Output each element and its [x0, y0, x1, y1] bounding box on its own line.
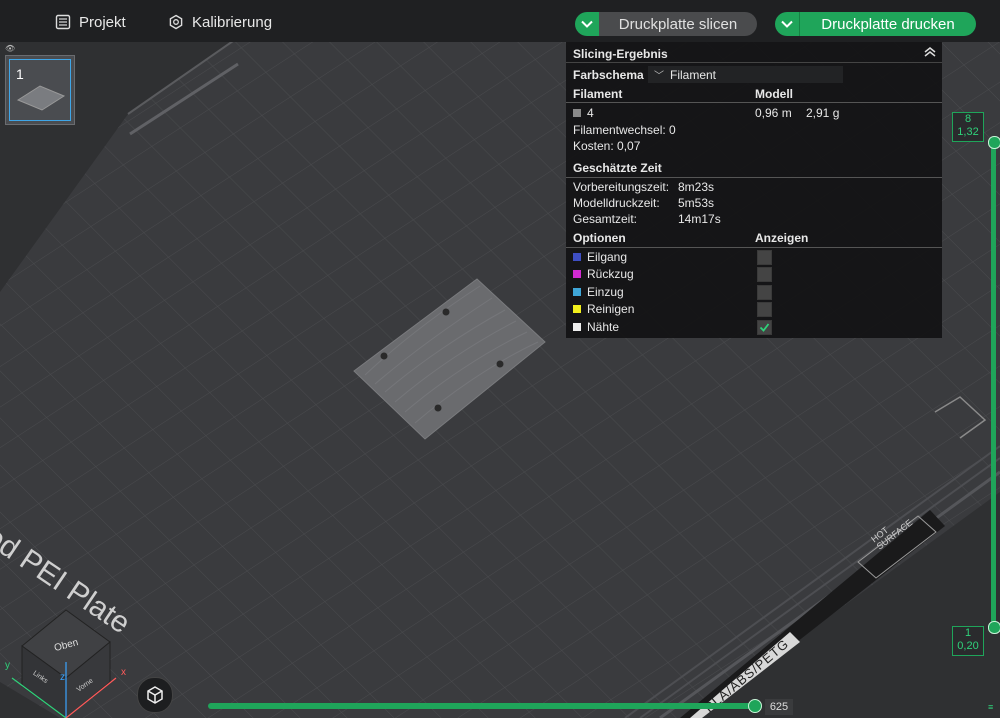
option-label: Eilgang: [587, 250, 628, 264]
filament-changes: Filamentwechsel: 0: [573, 123, 676, 137]
axis-x-label: x: [121, 667, 126, 678]
option-label: Rückzug: [587, 267, 634, 281]
calibration-icon: [169, 14, 183, 30]
slicing-result-panel: Slicing-Ergebnis Farbschema ﹀ Filament F…: [566, 42, 942, 338]
axis-z-label: z: [60, 672, 65, 683]
tab-project[interactable]: Projekt: [55, 10, 126, 34]
wipe-checkbox[interactable]: [757, 302, 772, 317]
project-icon: [55, 14, 71, 30]
layer-top-readout: 8 1,32: [952, 112, 984, 142]
move-slider-track[interactable]: [208, 703, 756, 709]
tab-calibration-label: Kalibrierung: [192, 13, 273, 31]
divider: [566, 247, 942, 248]
print-plate-button[interactable]: Druckplatte drucken: [799, 12, 976, 36]
total-time-value: 14m17s: [678, 212, 721, 226]
option-label: Nähte: [587, 320, 620, 334]
slice-plate-button[interactable]: Druckplatte slicen: [599, 12, 757, 36]
checkmark-icon: [759, 323, 770, 332]
view-gizmo-button[interactable]: [137, 677, 173, 713]
tab-project-label: Projekt: [79, 13, 126, 31]
show-header: Anzeigen: [755, 231, 809, 245]
travel-checkbox[interactable]: [757, 250, 772, 265]
model-print-time-label: Modelldruckzeit:: [573, 196, 660, 210]
axis-y-label: y: [5, 660, 10, 671]
move-slider-value: 625: [765, 699, 793, 715]
print-button-group: Druckplatte drucken: [775, 12, 976, 36]
retract-swatch: [573, 270, 581, 278]
model-length: 0,96 m: [755, 106, 792, 120]
option-retract: Rückzug: [573, 267, 634, 281]
chevron-down-icon: [781, 20, 793, 28]
option-unretract: Einzug: [573, 285, 624, 299]
total-time-label: Gesamtzeit:: [573, 212, 638, 226]
model-header: Modell: [755, 87, 793, 101]
collapse-icon[interactable]: [922, 44, 938, 60]
bottom-layer-height: 0,20: [957, 640, 979, 652]
option-travel: Eilgang: [573, 250, 627, 264]
divider: [566, 177, 942, 178]
option-label: Einzug: [587, 285, 624, 299]
prep-time-label: Vorbereitungszeit:: [573, 180, 670, 194]
color-scheme-value: Filament: [670, 67, 717, 82]
filament-id: 4: [587, 106, 594, 120]
filament-header: Filament: [573, 87, 623, 101]
travel-swatch: [573, 253, 581, 261]
unretract-checkbox[interactable]: [757, 285, 772, 300]
print-dropdown-button[interactable]: [775, 12, 799, 36]
move-slider-handle[interactable]: [748, 699, 762, 713]
chevron-down-icon: ﹀: [654, 71, 664, 82]
layer-slider-track[interactable]: [991, 141, 996, 628]
chevron-down-icon: [581, 20, 593, 28]
filament-row: 4: [573, 106, 594, 120]
option-seams: Nähte: [573, 320, 619, 334]
plate-thumbnail[interactable]: 1: [5, 55, 75, 125]
slice-button-group: Druckplatte slicen: [575, 12, 757, 36]
model-weight: 2,91 g: [806, 106, 840, 120]
divider: [566, 102, 942, 103]
wipe-swatch: [573, 305, 581, 313]
option-label: Reinigen: [587, 302, 635, 316]
option-wipe: Reinigen: [573, 302, 634, 316]
layer-slider-top-handle[interactable]: [988, 136, 1000, 149]
top-layer-height: 1,32: [957, 126, 979, 138]
top-layer-number: 8: [964, 113, 972, 125]
seams-checkbox[interactable]: [757, 320, 772, 335]
slice-dropdown-button[interactable]: [575, 12, 599, 36]
tab-calibration[interactable]: Kalibrierung: [168, 10, 272, 34]
eye-icon[interactable]: 👁: [5, 44, 15, 53]
bottom-layer-number: 1: [964, 627, 972, 639]
top-toolbar: Projekt Kalibrierung Druckplatte slicen …: [0, 0, 1000, 43]
plate-preview-icon: [16, 85, 66, 111]
divider: [566, 62, 942, 63]
seams-swatch: [573, 323, 581, 331]
options-header: Optionen: [573, 231, 626, 245]
time-header: Geschätzte Zeit: [573, 161, 662, 175]
layer-bottom-readout: 1 0,20: [952, 626, 984, 656]
cube-outline-icon: [147, 686, 163, 704]
model-print-time-value: 5m53s: [678, 196, 715, 210]
layer-slider-menu-icon[interactable]: ≡: [988, 702, 993, 712]
filament-swatch: [573, 109, 581, 117]
prep-time-value: 8m23s: [678, 180, 715, 194]
color-scheme-label: Farbschema: [573, 68, 644, 82]
layer-slider-bottom-handle[interactable]: [988, 621, 1000, 634]
panel-title: Slicing-Ergebnis: [573, 47, 668, 61]
unretract-swatch: [573, 288, 581, 296]
retract-checkbox[interactable]: [757, 267, 772, 282]
color-scheme-select[interactable]: ﹀ Filament: [648, 66, 843, 83]
cost: Kosten: 0,07: [573, 139, 641, 153]
